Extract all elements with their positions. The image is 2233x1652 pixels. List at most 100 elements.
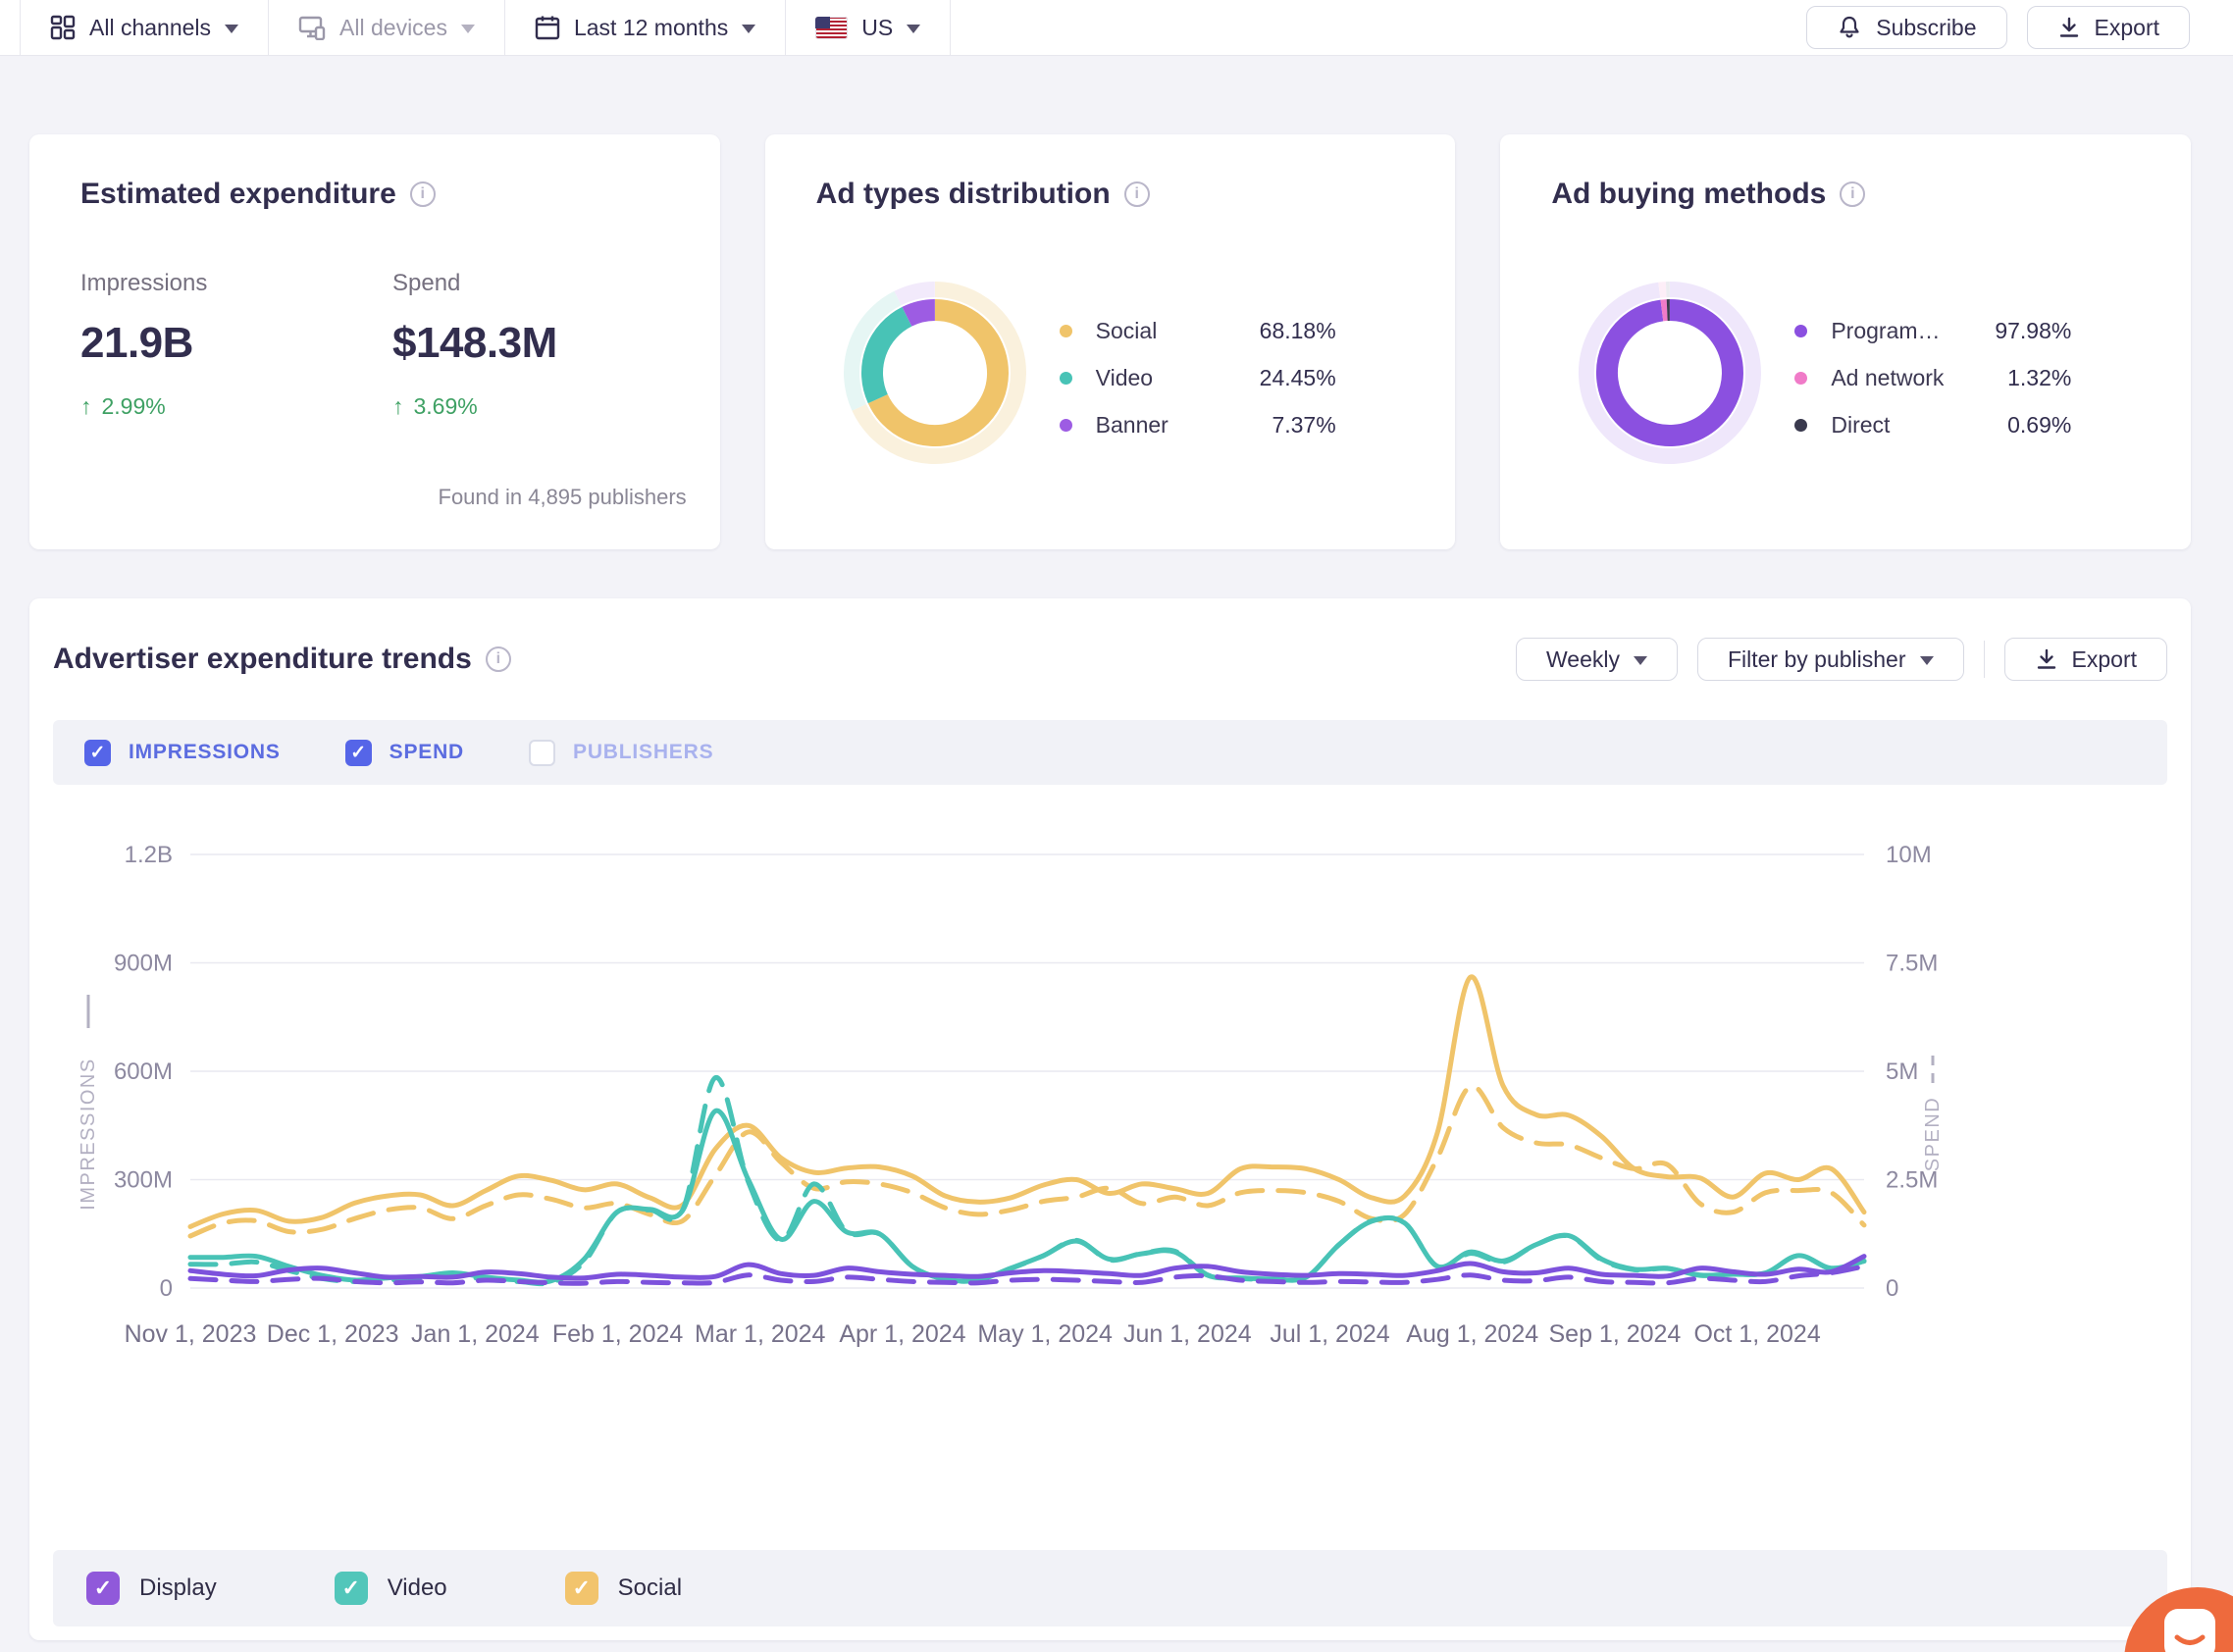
card-title: Ad buying methods (1551, 178, 1827, 210)
ad-buying-donut-chart (1579, 282, 1762, 464)
ad-types-legend: Social 68.18% Video 24.45% Banner 7.37% (1059, 307, 1336, 448)
svg-text:300M: 300M (114, 1167, 173, 1194)
social-series-toggle[interactable]: ✓ Social (564, 1572, 683, 1605)
card-title: Ad types distribution (815, 178, 1111, 210)
checkbox-icon: ✓ (84, 739, 111, 766)
export-button[interactable]: Export (2026, 6, 2190, 49)
svg-text:IMPRESSIONS: IMPRESSIONS (78, 1058, 99, 1210)
chevron-down-icon (742, 24, 756, 33)
us-flag-icon (815, 16, 849, 39)
spend-stat: Spend $148.3M ↑ 3.69% (392, 270, 704, 420)
series-toggle-label: Display (139, 1575, 217, 1601)
svg-text:Aug 1, 2024: Aug 1, 2024 (1406, 1320, 1538, 1348)
top-toolbar: All channels All devices Last 12 months … (0, 0, 2233, 56)
legend-label: Social (1095, 317, 1158, 343)
legend-row[interactable]: Ad network 1.32% (1794, 354, 2071, 401)
divider (1983, 641, 1985, 678)
series-legend-row: ✓ Display ✓ Video ✓ Social (53, 1550, 2167, 1626)
info-icon[interactable] (1123, 181, 1150, 207)
info-icon[interactable] (485, 646, 511, 672)
trend-line-chart[interactable]: 0 0300M 2.5M600M 5M900M 7.5M1.2B 10MNov 1, 20… (53, 840, 2167, 1369)
calendar-icon (535, 16, 560, 40)
chart-export-button[interactable]: Export (2003, 638, 2167, 681)
video-dot-icon (1059, 371, 1072, 385)
info-icon[interactable] (409, 181, 436, 207)
legend-label: Program… (1831, 317, 1941, 343)
summary-cards: Estimated expenditure Impressions 21.9B … (29, 134, 2192, 549)
interval-dropdown[interactable]: Weekly (1515, 638, 1678, 681)
channels-filter[interactable]: All channels (20, 0, 270, 55)
impressions-stat: Impressions 21.9B ↑ 2.99% (80, 270, 392, 420)
country-label: US (861, 14, 894, 40)
filter-by-publisher-dropdown[interactable]: Filter by publisher (1696, 638, 1964, 681)
svg-text:Oct 1, 2024: Oct 1, 2024 (1693, 1320, 1820, 1348)
svg-text:0: 0 (1886, 1275, 1898, 1302)
svg-text:SPEND: SPEND (1922, 1097, 1944, 1171)
spend-stat-label: Spend (392, 270, 461, 296)
channels-grid-icon (50, 15, 76, 40)
spend-stat-value: $148.3M (392, 319, 557, 367)
metric-toggle-row: ✓ IMPRESSIONS ✓ SPEND PUBLISHERS (53, 720, 2167, 785)
chevron-down-icon (1633, 655, 1647, 665)
svg-text:5M: 5M (1886, 1058, 1918, 1085)
date-range-label: Last 12 months (573, 14, 729, 40)
chevron-down-icon (225, 24, 239, 33)
series-toggle-label: Social (617, 1575, 683, 1601)
svg-text:Mar 1, 2024: Mar 1, 2024 (695, 1320, 826, 1348)
estimated-expenditure-card: Estimated expenditure Impressions 21.9B … (29, 134, 720, 549)
svg-text:10M: 10M (1886, 842, 1932, 868)
legend-value: 24.45% (1259, 364, 1336, 390)
video-series-toggle[interactable]: ✓ Video (334, 1572, 447, 1605)
publishers-toggle[interactable]: PUBLISHERS (529, 739, 713, 766)
trend-chart-area: 0 0 300M 2.5M 600M 5M 900M 7.5M 1.2B 10M Nov 1, 20… (53, 840, 2167, 1374)
publishers-count: Found in 4,895 publishers (438, 485, 687, 509)
metric-toggle-label: IMPRESSIONS (129, 741, 281, 763)
trends-title: Advertiser expenditure trends (53, 643, 472, 675)
card-title: Estimated expenditure (80, 178, 396, 210)
chart-export-label: Export (2071, 645, 2137, 672)
svg-text:7.5M: 7.5M (1886, 951, 1938, 977)
legend-row[interactable]: Program… 97.98% (1794, 307, 2071, 354)
svg-text:Nov 1, 2023: Nov 1, 2023 (125, 1320, 257, 1348)
date-range-filter[interactable]: Last 12 months (505, 0, 787, 55)
legend-row[interactable]: Direct 0.69% (1794, 401, 2071, 448)
svg-text:Feb 1, 2024: Feb 1, 2024 (552, 1320, 684, 1348)
banner-dot-icon (1059, 418, 1072, 432)
direct-dot-icon (1794, 418, 1808, 432)
devices-filter[interactable]: All devices (269, 0, 505, 55)
legend-row[interactable]: Video 24.45% (1059, 354, 1336, 401)
chevron-down-icon (907, 24, 921, 33)
info-icon[interactable] (1840, 181, 1866, 207)
chevron-down-icon (460, 24, 475, 33)
legend-value: 68.18% (1259, 317, 1336, 343)
devices-filter-label: All devices (339, 14, 447, 40)
spend-toggle[interactable]: ✓ SPEND (344, 739, 465, 766)
trends-controls: Weekly Filter by publisher Export (1515, 638, 2167, 681)
impressions-toggle[interactable]: ✓ IMPRESSIONS (84, 739, 281, 766)
spend-delta: ↑ 3.69% (392, 393, 704, 420)
legend-row[interactable]: Banner 7.37% (1059, 401, 1336, 448)
bell-icon (1840, 16, 1859, 38)
checkbox-icon (529, 739, 556, 766)
up-arrow-icon: ↑ (80, 393, 92, 419)
download-icon (2059, 17, 2078, 37)
svg-text:0: 0 (160, 1275, 173, 1302)
devices-icon (298, 16, 326, 40)
svg-text:600M: 600M (114, 1058, 173, 1085)
display-series-toggle[interactable]: ✓ Display (86, 1572, 217, 1605)
up-arrow-icon: ↑ (392, 393, 404, 419)
country-filter[interactable]: US (786, 0, 952, 55)
download-icon (2037, 648, 2055, 669)
svg-text:Sep 1, 2024: Sep 1, 2024 (1548, 1320, 1681, 1348)
metric-toggle-label: SPEND (389, 741, 465, 763)
svg-text:May 1, 2024: May 1, 2024 (977, 1320, 1113, 1348)
legend-value: 7.37% (1272, 411, 1336, 438)
ad-types-donut-chart (843, 282, 1026, 464)
svg-text:Apr 1, 2024: Apr 1, 2024 (839, 1320, 965, 1348)
legend-value: 97.98% (1995, 317, 2072, 343)
interval-label: Weekly (1545, 645, 1620, 672)
legend-row[interactable]: Social 68.18% (1059, 307, 1336, 354)
subscribe-button[interactable]: Subscribe (1806, 6, 2007, 49)
advertiser-expenditure-trends-card: Advertiser expenditure trends Weekly Fil… (29, 598, 2191, 1640)
svg-text:Jun 1, 2024: Jun 1, 2024 (1123, 1320, 1252, 1348)
